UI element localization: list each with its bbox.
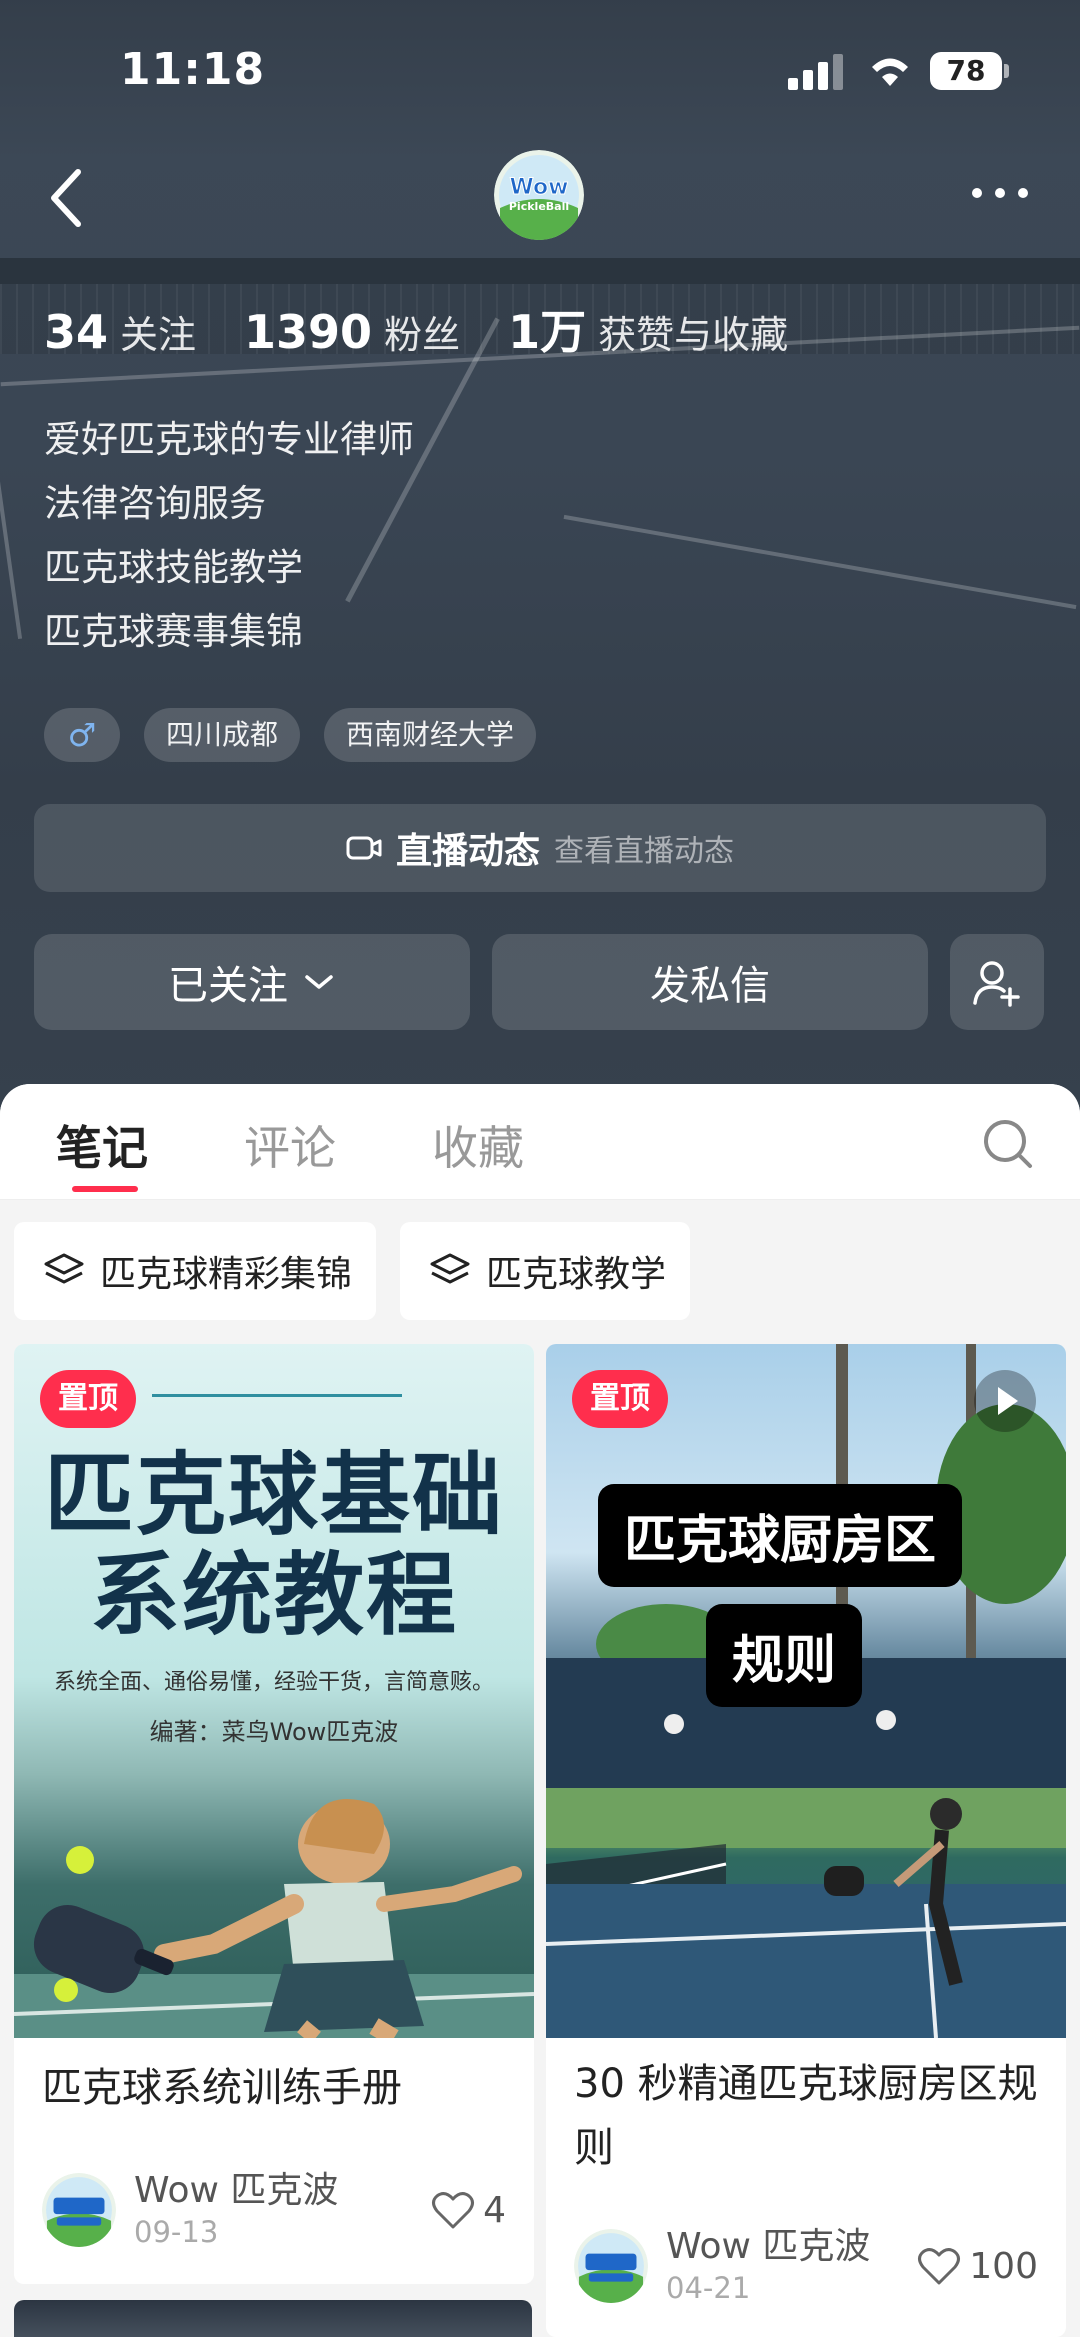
followers-count[interactable]: 1390 <box>244 305 372 359</box>
live-camera-icon <box>346 836 382 860</box>
background-court-line <box>563 514 1077 610</box>
author-name[interactable]: Wow 匹克波 <box>666 2225 917 2269</box>
collection-highlights[interactable]: 匹克球精彩集锦 <box>14 1222 377 1320</box>
like-button[interactable]: 4 <box>431 2190 506 2231</box>
battery-indicator: 78 <box>930 52 1009 90</box>
author-avatar[interactable] <box>574 2229 648 2303</box>
collection-label: 匹克球教学 <box>486 1254 667 1295</box>
following-count[interactable]: 34 <box>44 305 108 359</box>
follow-button[interactable]: 已关注 <box>34 934 470 1030</box>
note-card[interactable]: 匹克球基础 系统教程 系统全面、通俗易懂，经验干货，言简意赅。 编著：菜鸟Wow… <box>14 1344 534 2284</box>
bio-line: 匹克球赛事集锦 <box>44 610 303 653</box>
collection-label: 匹克球精彩集锦 <box>100 1254 353 1295</box>
author-avatar[interactable] <box>42 2173 116 2247</box>
heart-icon <box>918 2248 961 2285</box>
live-stream-bar[interactable]: 直播动态 查看直播动态 <box>34 804 1046 892</box>
live-subtitle: 查看直播动态 <box>554 834 734 869</box>
profile-actions: 已关注 发私信 <box>34 934 1046 1030</box>
note-title: 30 秒精通匹克球厨房区规则 <box>574 2061 1038 2171</box>
note-cover-video: 匹克球厨房区 规则 置顶 <box>546 1344 1066 2038</box>
cover-caption: 匹克球厨房区 <box>598 1484 963 1587</box>
pinned-badge: 置顶 <box>572 1370 668 1428</box>
note-meta: Wow 匹克波 09-13 4 <box>42 2170 506 2250</box>
cover-decor-line <box>152 1394 402 1397</box>
cover-caption: 规则 <box>706 1604 863 1707</box>
note-cover-image: 匹克球基础 系统教程 系统全面、通俗易懂，经验干货，言简意赅。 编著：菜鸟Wow… <box>14 1344 534 2038</box>
play-icon[interactable] <box>974 1370 1036 1432</box>
author-name[interactable]: Wow 匹克波 <box>134 2169 431 2213</box>
cover-title-line: 系统教程 <box>90 1543 458 1648</box>
bio-line: 爱好匹克球的专业律师 <box>44 418 414 461</box>
wifi-icon <box>872 58 908 86</box>
like-count: 4 <box>483 2189 506 2231</box>
note-date: 09-13 <box>134 2215 219 2249</box>
chevron-down-icon <box>305 975 333 989</box>
note-card-partial[interactable] <box>14 2300 532 2337</box>
profile-bio: 爱好匹克球的专业律师 法律咨询服务 匹克球技能教学 匹克球赛事集锦 <box>44 408 414 664</box>
bio-line: 匹克球技能教学 <box>44 546 303 589</box>
signal-icon <box>788 54 844 90</box>
follow-button-label: 已关注 <box>168 963 288 1009</box>
cover-title-line: 匹克球基础 <box>44 1443 504 1548</box>
active-tab-indicator <box>72 1186 138 1192</box>
tab-notes[interactable]: 笔记 <box>56 1112 148 1178</box>
likes-label[interactable]: 获赞与收藏 <box>598 304 788 359</box>
note-date: 04-21 <box>666 2271 751 2305</box>
note-meta: Wow 匹克波 04-21 100 <box>574 2226 1038 2306</box>
bio-line: 法律咨询服务 <box>44 482 266 525</box>
school-tag: 西南财经大学 <box>324 708 537 762</box>
add-friend-button[interactable] <box>950 934 1044 1030</box>
likes-count[interactable]: 1万 <box>508 296 586 362</box>
pinned-badge: 置顶 <box>40 1370 136 1428</box>
tab-favorites[interactable]: 收藏 <box>432 1112 524 1178</box>
live-title: 直播动态 <box>395 831 540 872</box>
note-card[interactable]: 匹克球厨房区 规则 置顶 30 秒精通匹克球厨房区规则 Wow 匹克波 04-2… <box>546 1344 1066 2337</box>
status-time: 11:18 <box>120 44 266 95</box>
background-net <box>0 258 1080 284</box>
cover-subtitle: 系统全面、通俗易懂，经验干货，言简意赅。 <box>53 1670 494 1695</box>
avatar-logo-subtext: PickleBall <box>509 200 569 213</box>
profile-header: 11:18 78 Wow PickleBall 34 关注 1390 粉丝 1万… <box>0 0 1080 1120</box>
like-count: 100 <box>969 2245 1038 2287</box>
layers-icon <box>44 1253 84 1284</box>
followers-label[interactable]: 粉丝 <box>384 304 460 359</box>
heart-icon <box>432 2192 475 2229</box>
avatar[interactable]: Wow PickleBall <box>494 150 584 240</box>
search-icon[interactable] <box>980 1116 1036 1172</box>
background-court-line <box>0 380 23 640</box>
gender-tag: ♂ <box>44 708 120 762</box>
cover-author: 编著：菜鸟Wow匹克波 <box>149 1718 399 1746</box>
avatar-logo-text: Wow <box>510 175 569 200</box>
location-tag: 四川成都 <box>144 708 301 762</box>
collection-teaching[interactable]: 匹克球教学 <box>400 1222 691 1320</box>
like-button[interactable]: 100 <box>917 2246 1038 2287</box>
following-label[interactable]: 关注 <box>120 304 196 359</box>
add-user-icon <box>973 961 1020 1007</box>
profile-stats: 34 关注 1390 粉丝 1万 获赞与收藏 <box>44 296 836 359</box>
collection-list: 匹克球精彩集锦 匹克球教学 <box>14 1222 691 1320</box>
back-arrow-icon[interactable] <box>40 160 100 236</box>
layers-icon <box>430 1253 470 1284</box>
cover-player-illustration <box>14 1799 534 2038</box>
message-button[interactable]: 发私信 <box>492 934 928 1030</box>
tab-comments[interactable]: 评论 <box>244 1112 336 1178</box>
status-bar: 11:18 78 <box>0 0 1080 140</box>
note-title: 匹克球系统训练手册 <box>42 2065 402 2111</box>
tab-bar: 笔记 评论 收藏 <box>0 1084 1080 1200</box>
message-button-label: 发私信 <box>650 963 770 1009</box>
profile-tags: ♂ 四川成都 西南财经大学 <box>44 708 537 762</box>
more-options-icon[interactable] <box>970 178 1030 208</box>
